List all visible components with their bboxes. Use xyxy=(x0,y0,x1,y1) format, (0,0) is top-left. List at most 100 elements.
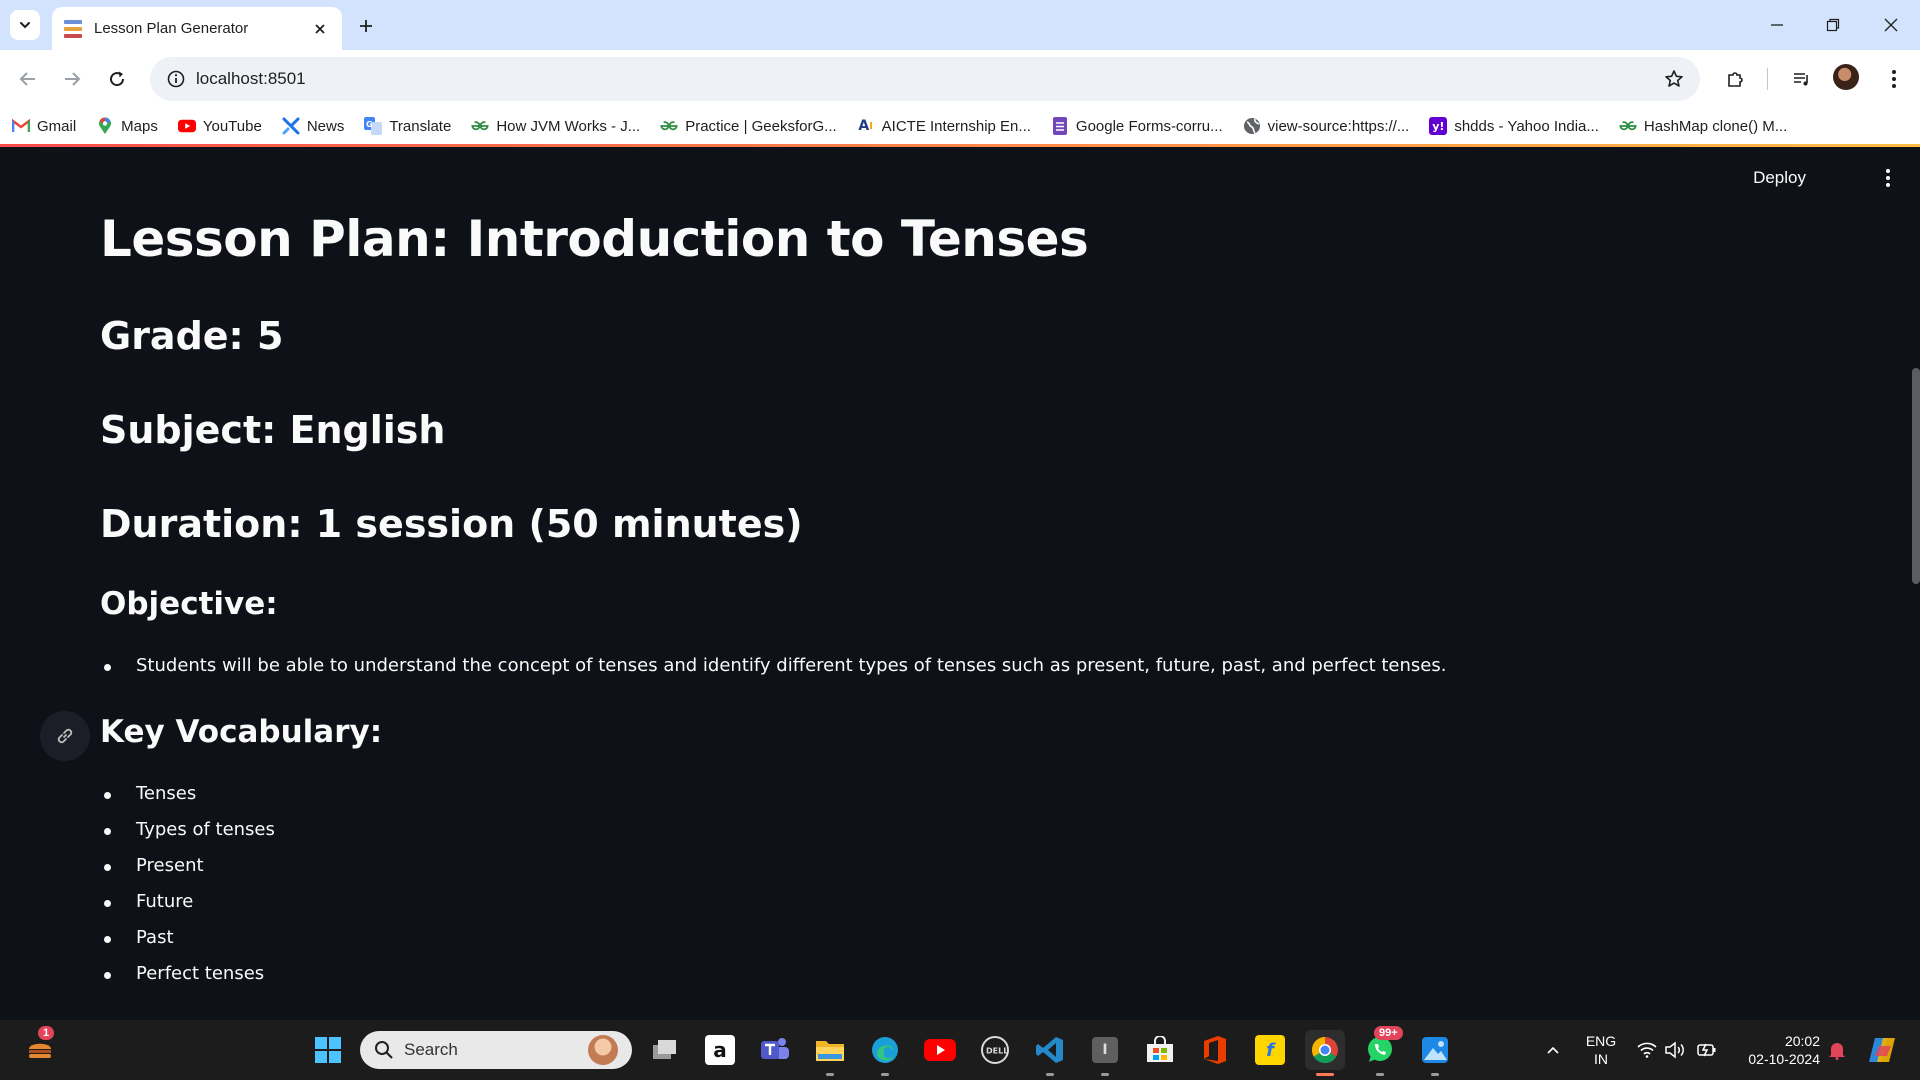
youtube-app-icon[interactable] xyxy=(920,1030,960,1070)
teams-icon[interactable] xyxy=(755,1030,795,1070)
reload-icon[interactable] xyxy=(101,63,133,95)
bookmark-label: News xyxy=(306,117,345,135)
file-explorer-icon[interactable] xyxy=(810,1030,850,1076)
bookmark-gmail[interactable]: Gmail xyxy=(12,112,76,140)
minimize-icon[interactable] xyxy=(1762,10,1792,40)
whatsapp-icon[interactable]: 99+ xyxy=(1360,1026,1403,1076)
running-indicator xyxy=(1316,1073,1334,1076)
link-anchor-icon[interactable] xyxy=(40,711,90,761)
extensions-puzzle-icon[interactable] xyxy=(1720,63,1752,95)
close-window-icon[interactable] xyxy=(1876,10,1906,40)
start-windows-icon[interactable] xyxy=(308,1030,348,1070)
bookmark-practice-geeksforgeeks[interactable]: Practice | GeeksforG... xyxy=(660,112,837,140)
battery-icon[interactable] xyxy=(1692,1030,1722,1070)
vocabulary-item: Perfect tenses xyxy=(103,963,265,984)
geeksforgeeks-icon xyxy=(660,117,678,135)
tab-search-button[interactable] xyxy=(10,10,40,40)
bookmark-youtube[interactable]: YouTube xyxy=(177,112,262,140)
volume-icon[interactable] xyxy=(1660,1030,1690,1070)
show-hidden-icons-chevron-up-icon[interactable] xyxy=(1533,1030,1573,1070)
bookmark-google-forms[interactable]: Google Forms-corru... xyxy=(1051,112,1223,140)
search-placeholder: Search xyxy=(404,1040,458,1059)
bookmark-view-source[interactable]: view-source:https://... xyxy=(1243,112,1409,140)
page-scrollbar[interactable] xyxy=(1912,368,1920,584)
media-control-icon[interactable] xyxy=(1786,63,1818,95)
vocabulary-item: Past xyxy=(104,927,174,948)
bookmark-news[interactable]: News xyxy=(282,112,345,140)
search-icon xyxy=(375,1041,393,1059)
app-menu-icon[interactable] xyxy=(1876,166,1900,190)
globe-icon xyxy=(1243,117,1261,135)
restore-icon[interactable] xyxy=(1818,10,1848,40)
bookmark-star-icon[interactable] xyxy=(1662,67,1686,91)
bookmark-translate[interactable]: G Translate xyxy=(364,112,451,140)
bookmark-label: How JVM Works - J... xyxy=(496,117,641,135)
notification-bell-icon[interactable] xyxy=(1822,1030,1852,1070)
deploy-button[interactable]: Deploy xyxy=(1753,168,1806,188)
bookmarks-bar: Gmail Maps YouTube News G Translate How … xyxy=(0,108,1920,144)
clock[interactable]: 20:02 02-10-2024 xyxy=(1730,1032,1820,1068)
microsoft-store-icon[interactable] xyxy=(1140,1030,1180,1070)
clock-date: 02-10-2024 xyxy=(1748,1051,1820,1067)
new-tab-plus-icon[interactable] xyxy=(352,12,380,40)
task-view-icon[interactable] xyxy=(645,1030,685,1070)
language-indicator[interactable]: ENG IN xyxy=(1578,1032,1624,1068)
bookmark-how-jvm-works[interactable]: How JVM Works - J... xyxy=(471,112,640,140)
bookmark-aicte-internship[interactable]: AI AICTE Internship En... xyxy=(857,112,1031,140)
tab-close-icon[interactable] xyxy=(310,19,330,39)
dell-icon[interactable]: DELL xyxy=(975,1030,1015,1070)
active-tab[interactable]: Lesson Plan Generator xyxy=(52,7,342,50)
url-text[interactable]: localhost:8501 xyxy=(196,69,306,89)
back-arrow-icon[interactable] xyxy=(12,63,44,95)
vocabulary-item: Present xyxy=(104,855,204,876)
tab-strip: Lesson Plan Generator xyxy=(0,0,1920,50)
office-icon[interactable] xyxy=(1195,1030,1235,1070)
photos-icon[interactable] xyxy=(1415,1030,1455,1076)
bookmark-yahoo[interactable]: y! shdds - Yahoo India... xyxy=(1429,112,1599,140)
translate-icon: G xyxy=(364,117,383,135)
news-icon xyxy=(282,117,300,135)
bookmark-label: HashMap clone() M... xyxy=(1643,117,1788,135)
geeksforgeeks-icon xyxy=(1619,117,1637,135)
flipkart-icon[interactable]: f xyxy=(1250,1030,1290,1070)
unknown-app-icon[interactable]: I xyxy=(1085,1030,1125,1076)
streamlit-favicon-icon xyxy=(64,19,82,38)
running-indicator xyxy=(1376,1073,1384,1076)
objective-heading: Objective: xyxy=(100,586,278,622)
chrome-icon[interactable] xyxy=(1305,1030,1345,1076)
language-code: ENG xyxy=(1585,1033,1617,1049)
running-indicator xyxy=(881,1073,889,1076)
edge-icon[interactable] xyxy=(865,1030,905,1076)
windows-taskbar: 1 Search a DELL I f 99+ ENG IN 20:02 02-… xyxy=(0,1020,1920,1080)
forward-arrow-icon[interactable] xyxy=(56,63,88,95)
address-bar[interactable]: localhost:8501 xyxy=(150,57,1700,101)
tab-title: Lesson Plan Generator xyxy=(94,20,249,37)
bookmark-hashmap-clone[interactable]: HashMap clone() M... xyxy=(1619,112,1787,140)
site-info-icon[interactable] xyxy=(164,67,188,91)
bookmark-label: Gmail xyxy=(37,117,77,135)
running-indicator xyxy=(1431,1073,1439,1076)
chevron-down-icon xyxy=(20,22,30,29)
taskbar-search-box[interactable]: Search xyxy=(360,1031,632,1069)
widgets-icon[interactable]: 1 xyxy=(20,1026,60,1070)
youtube-icon xyxy=(177,117,196,135)
wifi-icon[interactable] xyxy=(1632,1030,1662,1070)
yahoo-icon: y! xyxy=(1429,117,1448,135)
browser-menu-icon[interactable] xyxy=(1878,63,1910,95)
aicte-icon: AI xyxy=(858,118,873,134)
bookmark-label: YouTube xyxy=(202,117,262,135)
running-indicator xyxy=(826,1073,834,1076)
gmail-icon xyxy=(12,117,30,135)
profile-avatar[interactable] xyxy=(1833,64,1859,90)
bookmark-maps[interactable]: Maps xyxy=(96,112,158,140)
region-code: IN xyxy=(1594,1051,1608,1067)
vocabulary-item: Types of tenses xyxy=(104,819,275,840)
search-highlight-icon xyxy=(588,1035,618,1065)
google-forms-icon xyxy=(1051,117,1069,135)
duration-heading: Duration: 1 session (50 minutes) xyxy=(100,502,803,546)
clock-time: 20:02 xyxy=(1784,1033,1820,1049)
objective-item: Students will be able to understand the … xyxy=(103,655,1447,676)
vscode-icon[interactable] xyxy=(1030,1030,1070,1076)
amazon-icon[interactable]: a xyxy=(700,1030,740,1070)
copilot-icon[interactable] xyxy=(1862,1030,1902,1070)
